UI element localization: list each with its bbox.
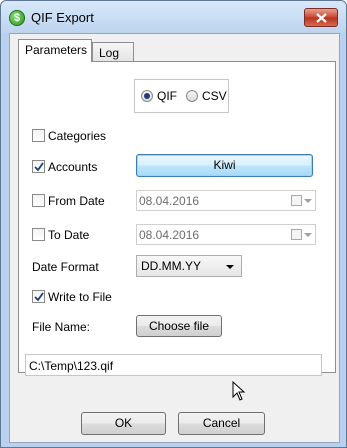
csv-radio[interactable] [186, 90, 198, 102]
accounts-checkbox[interactable] [32, 160, 45, 173]
tab-log[interactable]: Log [92, 42, 134, 63]
close-icon [316, 13, 327, 23]
chevron-down-icon[interactable] [304, 199, 312, 203]
file-path-value: C:\Temp\123.qif [29, 359, 114, 373]
close-button[interactable] [304, 8, 338, 27]
date-format-select[interactable]: DD.MM.YY [136, 255, 242, 277]
from-date-value: 08.04.2016 [139, 194, 200, 208]
from-date-label[interactable]: From Date [48, 194, 105, 208]
tab-parameters[interactable]: Parameters [18, 39, 92, 62]
calendar-icon[interactable] [291, 195, 302, 206]
calendar-icon[interactable] [291, 229, 302, 240]
checkmark-icon [34, 292, 44, 302]
to-date-picker[interactable]: 08.04.2016 [136, 224, 316, 245]
chevron-down-icon[interactable] [226, 265, 234, 269]
format-radio-group: QIF CSV [134, 79, 229, 113]
window-title: QIF Export [31, 10, 94, 25]
categories-label[interactable]: Categories [48, 129, 106, 143]
qif-radio-label[interactable]: QIF [157, 89, 177, 103]
accounts-label[interactable]: Accounts [48, 160, 97, 174]
csv-radio-label[interactable]: CSV [202, 89, 227, 103]
categories-checkbox[interactable] [32, 129, 45, 142]
qif-radio[interactable] [141, 90, 153, 102]
parameters-panel: QIF CSV Categories Accounts Kiwi From Da… [18, 61, 336, 373]
qif-export-window: $ QIF Export Parameters Log QIF CSV Cate… [0, 0, 347, 448]
choose-file-button[interactable]: Choose file [136, 315, 222, 337]
accounts-select-button[interactable]: Kiwi [136, 154, 313, 177]
to-date-label[interactable]: To Date [48, 228, 89, 242]
dollar-coin-icon: $ [9, 10, 25, 26]
to-date-value: 08.04.2016 [139, 228, 200, 242]
chevron-down-icon[interactable] [304, 233, 312, 237]
ok-button[interactable]: OK [81, 412, 166, 435]
to-date-checkbox[interactable] [32, 228, 45, 241]
cancel-button[interactable]: Cancel [178, 412, 265, 435]
mouse-pointer-icon [232, 381, 246, 401]
dialog-body: Parameters Log QIF CSV Categories Accoun… [9, 33, 340, 443]
date-format-label: Date Format [32, 260, 99, 274]
file-path-input[interactable]: C:\Temp\123.qif [25, 354, 322, 376]
checkmark-icon [34, 162, 44, 172]
title-bar[interactable]: $ QIF Export [1, 1, 346, 33]
write-to-file-checkbox[interactable] [32, 290, 45, 303]
from-date-checkbox[interactable] [32, 194, 45, 207]
date-format-value: DD.MM.YY [141, 259, 201, 273]
file-name-label: File Name: [32, 320, 91, 334]
from-date-picker[interactable]: 08.04.2016 [136, 190, 316, 211]
write-to-file-label[interactable]: Write to File [48, 290, 112, 304]
